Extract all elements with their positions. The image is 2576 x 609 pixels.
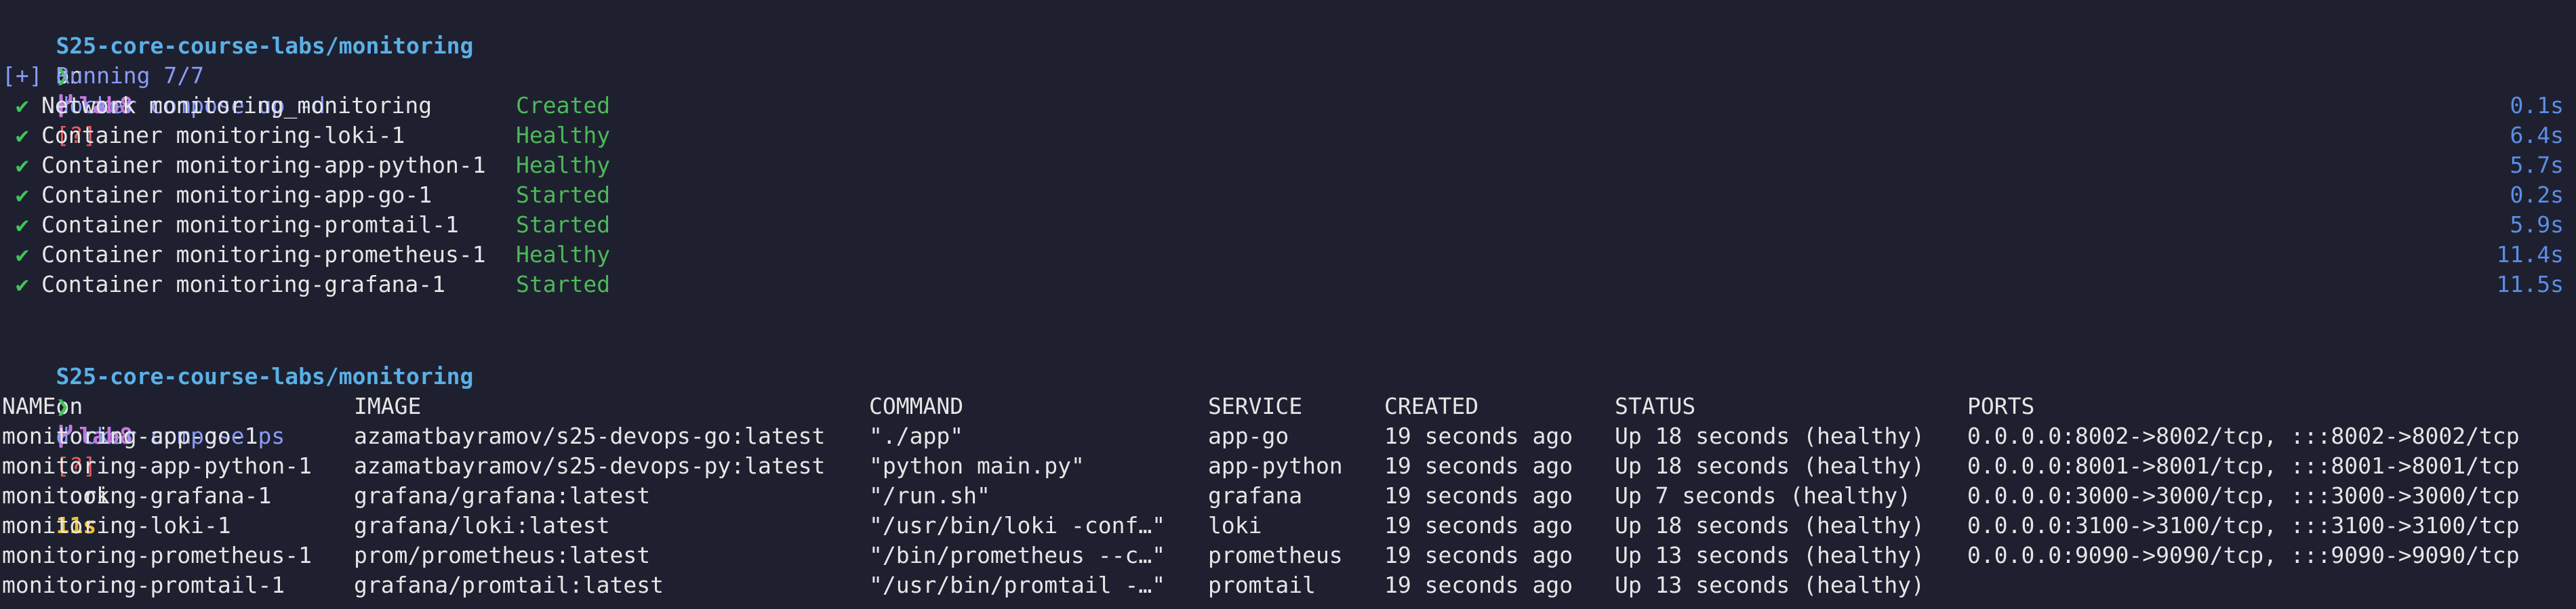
resource-state: Created bbox=[516, 92, 611, 119]
check-icon: ✔ bbox=[16, 122, 29, 148]
cell-created: 19 seconds ago bbox=[1384, 482, 1573, 509]
cell-name: monitoring-app-go-1 bbox=[2, 423, 258, 449]
terminal-window[interactable]: S25-core-course-labs/monitoring on lab8 … bbox=[0, 0, 2576, 609]
cell-ports: 0.0.0.0:8001->8001/tcp, :::8001->8001/tc… bbox=[1967, 453, 2520, 479]
prompt-line: S25-core-course-labs/monitoring on lab8 … bbox=[2, 1, 2576, 148]
cell-command: COMMAND bbox=[869, 393, 964, 419]
cell-service: app-go bbox=[1208, 423, 1289, 449]
table-row: monitoring-prometheus-1 prom/prometheus:l… bbox=[2, 541, 2576, 570]
resource-state: Healthy bbox=[516, 152, 611, 178]
resource-duration: 11.4s bbox=[2496, 241, 2564, 268]
cell-ports: 0.0.0.0:3000->3000/tcp, :::3000->3000/tc… bbox=[1967, 482, 2520, 509]
table-row: monitoring-app-go-1 azamatbayramov/s25-de… bbox=[2, 421, 2576, 451]
resource-state: Healthy bbox=[516, 241, 611, 268]
cell-ports: PORTS bbox=[1967, 393, 2035, 419]
cell-service: SERVICE bbox=[1208, 393, 1303, 419]
resource-duration: 5.9s bbox=[2510, 211, 2564, 238]
resource-duration: 6.4s bbox=[2510, 122, 2564, 148]
cell-service: prometheus bbox=[1208, 542, 1343, 568]
check-icon: ✔ bbox=[16, 211, 29, 238]
resource-state: Healthy bbox=[516, 122, 611, 148]
resource-name: Container monitoring-prometheus-1 bbox=[41, 241, 486, 268]
cell-status: Up 18 seconds (healthy) bbox=[1615, 453, 1925, 479]
cell-command: "/bin/prometheus --c…" bbox=[869, 542, 1166, 568]
running-status: [+] Running 7/7 bbox=[2, 62, 205, 89]
cell-created: 19 seconds ago bbox=[1384, 423, 1573, 449]
check-icon: ✔ bbox=[16, 152, 29, 178]
cell-status: Up 13 seconds (healthy) bbox=[1615, 542, 1925, 568]
resource-row: ✔ Container monitoring-prometheus-1 Health… bbox=[2, 240, 2576, 270]
resource-row: ✔ Container monitoring-grafana-1 Started 11… bbox=[2, 270, 2576, 299]
cell-image: azamatbayramov/s25-devops-go:latest bbox=[354, 423, 826, 449]
cell-command: "./app" bbox=[869, 423, 964, 449]
check-icon: ✔ bbox=[16, 92, 29, 119]
cell-command: "/usr/bin/loki -conf…" bbox=[869, 512, 1166, 539]
cell-name: monitoring-promtail-1 bbox=[2, 572, 285, 598]
cell-created: CREATED bbox=[1384, 393, 1479, 419]
cell-status: Up 18 seconds (healthy) bbox=[1615, 512, 1925, 539]
cell-image: azamatbayramov/s25-devops-py:latest bbox=[354, 453, 826, 479]
cell-name: monitoring-loki-1 bbox=[2, 512, 231, 539]
cell-created: 19 seconds ago bbox=[1384, 453, 1573, 479]
cell-service: loki bbox=[1208, 512, 1262, 539]
cell-service: app-python bbox=[1208, 453, 1343, 479]
cell-name: NAME bbox=[2, 393, 56, 419]
resource-row: ✔ Container monitoring-promtail-1 Started 5… bbox=[2, 210, 2576, 240]
cell-created: 19 seconds ago bbox=[1384, 542, 1573, 568]
cell-ports: 0.0.0.0:9090->9090/tcp, :::9090->9090/tc… bbox=[1967, 542, 2520, 568]
resource-name: Container monitoring-loki-1 bbox=[41, 122, 405, 148]
resource-duration: 0.1s bbox=[2510, 92, 2564, 119]
resource-name: Container monitoring-grafana-1 bbox=[41, 271, 446, 297]
check-icon: ✔ bbox=[16, 271, 29, 297]
table-row: monitoring-app-python-1 azamatbayramov/s2… bbox=[2, 451, 2576, 481]
resource-row: ✔ Container monitoring-loki-1 Healthy 6.4s bbox=[2, 121, 2576, 150]
cell-command: "python main.py" bbox=[869, 453, 1085, 479]
resource-state: Started bbox=[516, 182, 611, 208]
resource-state: Started bbox=[516, 271, 611, 297]
cell-ports: 0.0.0.0:3100->3100/tcp, :::3100->3100/tc… bbox=[1967, 512, 2520, 539]
cell-name: monitoring-app-python-1 bbox=[2, 453, 312, 479]
cell-name: monitoring-prometheus-1 bbox=[2, 542, 312, 568]
resource-duration: 11.5s bbox=[2496, 271, 2564, 297]
cell-status: Up 18 seconds (healthy) bbox=[1615, 423, 1925, 449]
cell-status: STATUS bbox=[1615, 393, 1696, 419]
resource-duration: 0.2s bbox=[2510, 182, 2564, 208]
cell-status: Up 13 seconds (healthy) bbox=[1615, 572, 1925, 598]
command-line: ❯ docker compose up -d bbox=[2, 31, 2576, 119]
resource-state: Started bbox=[516, 211, 611, 238]
cell-service: grafana bbox=[1208, 482, 1303, 509]
resource-name: Container monitoring-app-python-1 bbox=[41, 152, 486, 178]
resource-row: ✔ Container monitoring-app-python-1 Health… bbox=[2, 150, 2576, 180]
check-icon: ✔ bbox=[16, 182, 29, 208]
cell-command: "/usr/bin/promtail -…" bbox=[869, 572, 1166, 598]
resource-row: ✔ Container monitoring-app-go-1 Started 0.2… bbox=[2, 180, 2576, 210]
cell-image: prom/prometheus:latest bbox=[354, 542, 651, 568]
cell-ports: 0.0.0.0:8002->8002/tcp, :::8002->8002/tc… bbox=[1967, 423, 2520, 449]
cell-service: promtail bbox=[1208, 572, 1316, 598]
cell-image: IMAGE bbox=[354, 393, 422, 419]
cell-image: grafana/grafana:latest bbox=[354, 482, 651, 509]
cell-image: grafana/loki:latest bbox=[354, 512, 610, 539]
cell-name: monitoring-grafana-1 bbox=[2, 482, 272, 509]
resource-name: Network monitoring_monitoring bbox=[41, 92, 432, 119]
table-row: monitoring-grafana-1 grafana/grafana:late… bbox=[2, 481, 2576, 511]
check-icon: ✔ bbox=[16, 241, 29, 268]
command-line: ❯ docker compose ps bbox=[2, 362, 2576, 449]
table-header: NAME IMAGE COMMAND SERVICE CREATED STATUS PORT… bbox=[2, 392, 2576, 421]
cell-image: grafana/promtail:latest bbox=[354, 572, 664, 598]
resource-name: Container monitoring-promtail-1 bbox=[41, 211, 459, 238]
prompt-line: S25-core-course-labs/monitoring on lab8 … bbox=[2, 332, 2576, 539]
table-row: monitoring-promtail-1 grafana/promtail:la… bbox=[2, 570, 2576, 600]
resource-name: Container monitoring-app-go-1 bbox=[41, 182, 432, 208]
cell-status: Up 7 seconds (healthy) bbox=[1615, 482, 1912, 509]
cell-created: 19 seconds ago bbox=[1384, 572, 1573, 598]
cell-created: 19 seconds ago bbox=[1384, 512, 1573, 539]
resource-row: ✔ Network monitoring_monitoring Created 0.1… bbox=[2, 91, 2576, 121]
resource-duration: 5.7s bbox=[2510, 152, 2564, 178]
table-row: monitoring-loki-1 grafana/loki:latest "/us… bbox=[2, 511, 2576, 541]
cell-command: "/run.sh" bbox=[869, 482, 990, 509]
